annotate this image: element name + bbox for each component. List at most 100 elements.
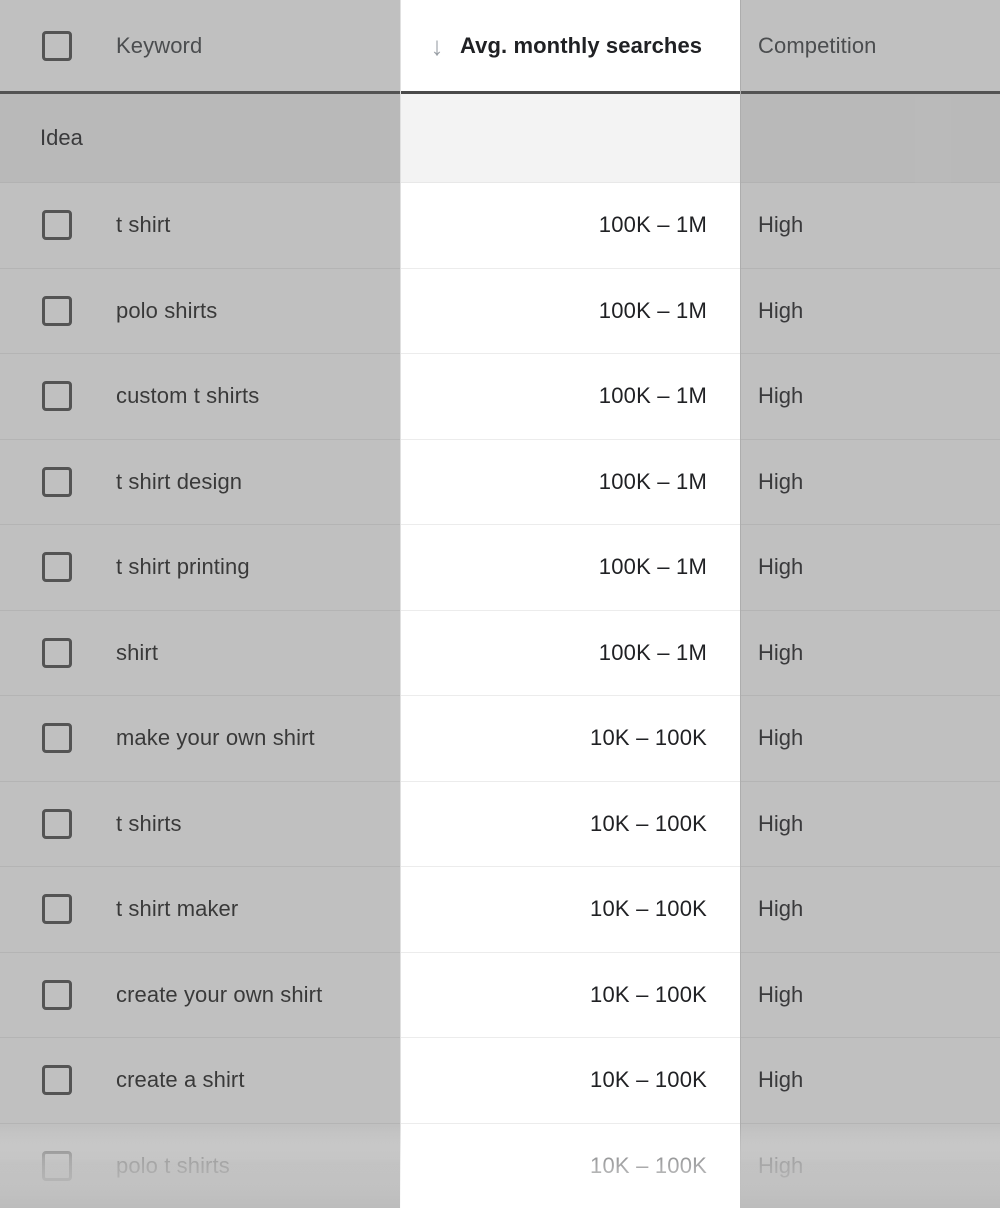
cell-keyword: t shirt design bbox=[0, 440, 400, 525]
cell-avg-monthly-searches-value: 100K – 1M bbox=[598, 468, 707, 494]
cell-keyword-label: t shirt design bbox=[116, 468, 243, 494]
cell-competition: High bbox=[740, 525, 1000, 610]
cell-competition: High bbox=[740, 611, 1000, 696]
select-all-checkbox-icon[interactable] bbox=[42, 30, 72, 61]
row-checkbox-icon[interactable] bbox=[42, 552, 72, 583]
cell-competition-value: High bbox=[758, 1152, 804, 1178]
cell-keyword: shirt bbox=[0, 611, 400, 696]
cell-competition: High bbox=[740, 354, 1000, 439]
cell-avg-monthly-searches: 10K – 100K bbox=[400, 1038, 740, 1123]
column-header-competition[interactable]: Competition bbox=[740, 0, 1000, 91]
cell-keyword-label: shirt bbox=[116, 639, 159, 665]
group-row-competition-cell bbox=[740, 94, 1000, 182]
cell-keyword: create a shirt bbox=[0, 1038, 400, 1123]
cell-avg-monthly-searches-value: 100K – 1M bbox=[598, 383, 707, 409]
cell-avg-monthly-searches: 100K – 1M bbox=[400, 611, 740, 696]
cell-competition-value: High bbox=[758, 725, 804, 751]
table-row[interactable]: polo shirts 100K – 1M High bbox=[0, 268, 1000, 354]
column-header-competition-label: Competition bbox=[758, 32, 877, 58]
column-header-keyword[interactable]: Keyword bbox=[0, 0, 400, 91]
cell-keyword: t shirt printing bbox=[0, 525, 400, 610]
row-checkbox-icon[interactable] bbox=[42, 723, 72, 754]
table-row[interactable]: t shirts 10K – 100K High bbox=[0, 781, 1000, 867]
cell-avg-monthly-searches-value: 10K – 100K bbox=[590, 1152, 707, 1178]
column-header-avg-monthly-searches[interactable]: ↓ Avg. monthly searches bbox=[400, 0, 740, 91]
cell-keyword: t shirts bbox=[0, 782, 400, 867]
table-row[interactable]: custom t shirts 100K – 1M High bbox=[0, 354, 1000, 440]
cell-competition: High bbox=[740, 953, 1000, 1038]
table-body: t shirt 100K – 1M High polo shirts 100K – 1M… bbox=[0, 183, 1000, 1208]
cell-competition-value: High bbox=[758, 896, 804, 922]
cell-competition: High bbox=[740, 1124, 1000, 1208]
row-checkbox-icon[interactable] bbox=[42, 1150, 72, 1181]
table-row[interactable]: t shirt printing 100K – 1M High bbox=[0, 525, 1000, 611]
group-row-label: Idea bbox=[40, 125, 83, 150]
row-checkbox-icon[interactable] bbox=[42, 637, 72, 668]
table-row[interactable]: create your own shirt 10K – 100K High bbox=[0, 952, 1000, 1038]
cell-keyword: create your own shirt bbox=[0, 953, 400, 1038]
cell-keyword: polo t shirts bbox=[0, 1124, 400, 1208]
cell-competition-value: High bbox=[758, 468, 804, 494]
cell-competition: High bbox=[740, 183, 1000, 268]
table-row[interactable]: t shirt maker 10K – 100K High bbox=[0, 867, 1000, 953]
table-row[interactable]: t shirt design 100K – 1M High bbox=[0, 439, 1000, 525]
table-row[interactable]: create a shirt 10K – 100K High bbox=[0, 1038, 1000, 1124]
table-row[interactable]: polo t shirts 10K – 100K High bbox=[0, 1123, 1000, 1208]
cell-avg-monthly-searches-value: 10K – 100K bbox=[590, 1067, 707, 1093]
column-header-avg-monthly-searches-label: Avg. monthly searches bbox=[460, 32, 703, 58]
cell-avg-monthly-searches: 10K – 100K bbox=[400, 867, 740, 952]
cell-keyword: t shirt bbox=[0, 183, 400, 268]
keyword-ideas-table: Keyword ↓ Avg. monthly searches Competit… bbox=[0, 0, 1000, 1208]
cell-keyword: polo shirts bbox=[0, 269, 400, 354]
cell-competition: High bbox=[740, 696, 1000, 781]
cell-avg-monthly-searches: 10K – 100K bbox=[400, 1124, 740, 1208]
cell-keyword-label: make your own shirt bbox=[116, 725, 315, 751]
cell-avg-monthly-searches: 100K – 1M bbox=[400, 440, 740, 525]
table-header-row: Keyword ↓ Avg. monthly searches Competit… bbox=[0, 0, 1000, 94]
row-checkbox-icon[interactable] bbox=[42, 1065, 72, 1096]
row-checkbox-icon[interactable] bbox=[42, 381, 72, 412]
cell-competition-value: High bbox=[758, 554, 804, 580]
cell-avg-monthly-searches: 100K – 1M bbox=[400, 183, 740, 268]
row-checkbox-icon[interactable] bbox=[42, 466, 72, 497]
column-header-keyword-label: Keyword bbox=[116, 32, 203, 58]
row-checkbox-icon[interactable] bbox=[42, 894, 72, 925]
cell-avg-monthly-searches-value: 100K – 1M bbox=[598, 297, 707, 323]
cell-competition: High bbox=[740, 782, 1000, 867]
cell-keyword-label: t shirt bbox=[116, 212, 171, 238]
cell-keyword-label: custom t shirts bbox=[116, 383, 260, 409]
row-checkbox-icon[interactable] bbox=[42, 295, 72, 326]
keyword-ideas-table-screen: Keyword ↓ Avg. monthly searches Competit… bbox=[0, 0, 1000, 1208]
group-row-searches-cell bbox=[400, 94, 740, 182]
cell-avg-monthly-searches-value: 10K – 100K bbox=[590, 896, 707, 922]
cell-avg-monthly-searches-value: 10K – 100K bbox=[590, 810, 707, 836]
cell-avg-monthly-searches: 10K – 100K bbox=[400, 696, 740, 781]
cell-avg-monthly-searches: 10K – 100K bbox=[400, 953, 740, 1038]
cell-competition-value: High bbox=[758, 1067, 804, 1093]
row-checkbox-icon[interactable] bbox=[42, 979, 72, 1010]
table-row[interactable]: t shirt 100K – 1M High bbox=[0, 183, 1000, 269]
cell-keyword-label: t shirt maker bbox=[116, 896, 239, 922]
cell-competition: High bbox=[740, 867, 1000, 952]
cell-keyword: make your own shirt bbox=[0, 696, 400, 781]
table-row[interactable]: make your own shirt 10K – 100K High bbox=[0, 696, 1000, 782]
cell-avg-monthly-searches: 10K – 100K bbox=[400, 782, 740, 867]
cell-competition: High bbox=[740, 269, 1000, 354]
cell-keyword-label: t shirts bbox=[116, 810, 182, 836]
row-checkbox-icon[interactable] bbox=[42, 808, 72, 839]
cell-avg-monthly-searches: 100K – 1M bbox=[400, 269, 740, 354]
arrow-down-icon[interactable]: ↓ bbox=[424, 33, 450, 59]
group-row-idea: Idea bbox=[0, 94, 1000, 183]
table-row[interactable]: shirt 100K – 1M High bbox=[0, 610, 1000, 696]
cell-competition: High bbox=[740, 1038, 1000, 1123]
group-row-keyword-cell: Idea bbox=[0, 94, 400, 182]
cell-competition: High bbox=[740, 440, 1000, 525]
cell-keyword-label: polo shirts bbox=[116, 297, 218, 323]
cell-avg-monthly-searches: 100K – 1M bbox=[400, 525, 740, 610]
cell-competition-value: High bbox=[758, 810, 804, 836]
cell-avg-monthly-searches-value: 100K – 1M bbox=[598, 554, 707, 580]
cell-keyword-label: t shirt printing bbox=[116, 554, 250, 580]
row-checkbox-icon[interactable] bbox=[42, 210, 72, 241]
cell-competition-value: High bbox=[758, 981, 804, 1007]
cell-avg-monthly-searches: 100K – 1M bbox=[400, 354, 740, 439]
